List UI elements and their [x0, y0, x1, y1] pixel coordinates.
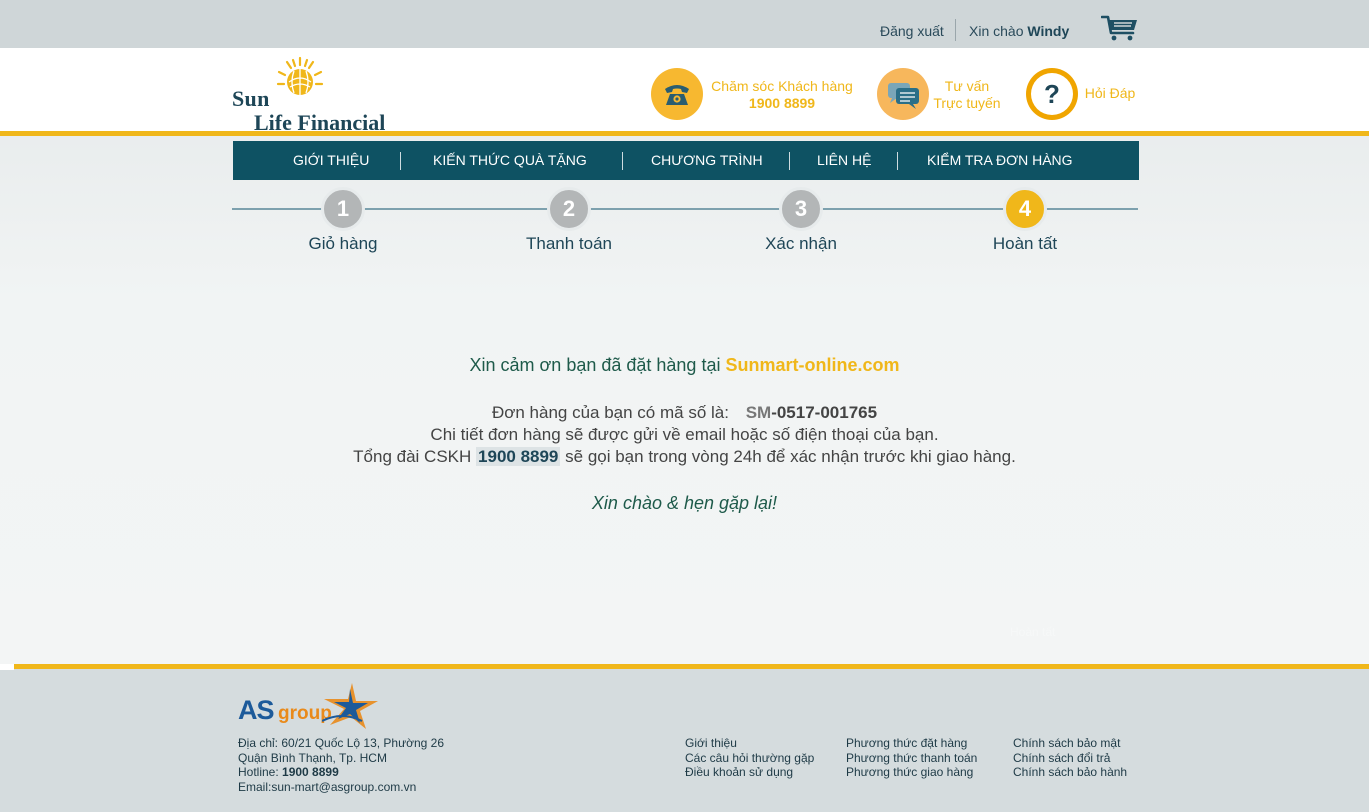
footer-edge: [0, 664, 14, 670]
cart-icon[interactable]: [1101, 15, 1139, 41]
step-label: Hoàn tất: [992, 234, 1058, 253]
sun-logo-icon: [276, 56, 324, 95]
footer-links-policies: Chính sách bảo mật Chính sách đổi trả Ch…: [1013, 736, 1127, 780]
hidden-complete-text: Hoàn tất: [1010, 625, 1056, 639]
thank-you-message: Xin cảm ơn bạn đã đặt hàng tại Sunmart-o…: [0, 355, 1369, 376]
hotline-suffix: sẽ gọi bạn trong vòng 24h để xác nhận tr…: [565, 447, 1016, 466]
hotline-prefix: Tổng đài CSKH: [353, 447, 472, 466]
top-bar: Đăng xuất Xin chào Windy: [0, 0, 1369, 48]
logo-text-life-financial: Life Financial: [254, 110, 386, 135]
footer-hotline: Hotline: 1900 8899: [238, 765, 444, 780]
star-icon: [322, 683, 378, 729]
footer-address: Địa chỉ: 60/21 Quốc Lộ 13, Phường 26 Quậ…: [238, 736, 444, 794]
step-label: Xác nhận: [765, 234, 837, 253]
footer-link-ordering[interactable]: Phương thức đặt hàng: [846, 736, 977, 751]
sun-life-logo[interactable]: Sun Life Financial: [232, 56, 402, 135]
site-header: Sun Life Financial Chăm sóc Khách hàng 1…: [0, 48, 1369, 136]
address-line1: Địa chỉ: 60/21 Quốc Lộ 13, Phường 26: [238, 736, 445, 750]
step-complete: 4 Hoàn tất: [955, 187, 1095, 267]
customer-care-link[interactable]: Chăm sóc Khách hàng 1900 8899: [651, 68, 861, 120]
order-code-number: -0517-001765: [771, 403, 878, 422]
address-line2: Quận Bình Thạnh, Tp. HCM: [238, 750, 387, 765]
chat-bubble-icon: [877, 68, 929, 120]
step-number: 3: [779, 187, 823, 231]
footer-link-faq[interactable]: Các câu hỏi thường gặp: [685, 751, 814, 766]
question-mark: ?: [1031, 73, 1073, 115]
nav-divider: [897, 152, 898, 170]
user-greeting: Xin chào Windy: [969, 23, 1069, 39]
online-consult-line1: Tư vấn: [944, 78, 990, 94]
nav-item-gift-knowledge[interactable]: KIẾN THỨC QUÀ TẶNG: [433, 141, 587, 180]
order-code-prefix: SM: [745, 403, 772, 422]
site-footer: AS group Địa chỉ: 60/21 Quốc Lộ 13, Phườ…: [0, 664, 1369, 812]
online-consult-link[interactable]: Tư vấn Trực tuyến: [877, 68, 1007, 120]
step-label: Thanh toán: [525, 234, 612, 253]
hotline-number: 1900 8899: [282, 765, 339, 779]
customer-care-text: Chăm sóc Khách hàng 1900 8899: [711, 78, 853, 112]
order-code-line: Đơn hàng của bạn có mã số là: SM-0517-00…: [0, 403, 1369, 423]
nav-divider: [789, 152, 790, 170]
step-label: Giỏ hàng: [308, 234, 378, 253]
site-name: Sunmart-online.com: [725, 355, 900, 375]
phone-icon: [651, 68, 703, 120]
nav-item-about[interactable]: GIỚI THIỆU: [293, 141, 369, 180]
online-consult-line2: Trực tuyến: [933, 95, 1001, 111]
footer-link-returns[interactable]: Chính sách đổi trả: [1013, 751, 1127, 766]
footer-link-payment[interactable]: Phương thức thanh toán: [846, 751, 977, 766]
order-code: SM-0517-001765: [746, 403, 877, 422]
faq-label: Hỏi Đáp: [1084, 85, 1136, 101]
footer-link-terms[interactable]: Điều khoản sử dụng: [685, 765, 814, 780]
divider: [955, 19, 956, 41]
online-consult-text: Tư vấn Trực tuyến: [933, 78, 1001, 112]
nav-divider: [622, 152, 623, 170]
nav-item-order-check[interactable]: KIỂM TRA ĐƠN HÀNG: [927, 141, 1073, 180]
footer-link-about[interactable]: Giới thiệu: [685, 736, 814, 751]
step-number: 4: [1003, 187, 1047, 231]
footer-email: Email:sun-mart@asgroup.com.vn: [238, 779, 417, 794]
customer-care-phone: 1900 8899: [748, 95, 816, 111]
thank-you-text: Xin cảm ơn bạn đã đặt hàng tại: [469, 355, 721, 375]
goodbye-message: Xin chào & hẹn gặp lại!: [591, 493, 778, 513]
logo-text-sun: Sun: [232, 86, 270, 111]
asgroup-logo[interactable]: AS group: [238, 677, 383, 731]
step-number: 2: [547, 187, 591, 231]
step-confirm: 3 Xác nhận: [731, 187, 871, 267]
footer-link-privacy[interactable]: Chính sách bảo mật: [1013, 736, 1127, 751]
order-code-label: Đơn hàng của bạn có mã số là:: [491, 403, 729, 422]
nav-divider: [400, 152, 401, 170]
footer-links-info: Giới thiệu Các câu hỏi thường gặp Điều k…: [685, 736, 814, 780]
hotline-note: Tổng đài CSKH 1900 8899 sẽ gọi bạn trong…: [0, 447, 1369, 467]
faq-link[interactable]: ? Hỏi Đáp: [1026, 68, 1138, 120]
hotline-number: 1900 8899: [476, 447, 561, 466]
nav-item-contact[interactable]: LIÊN HỆ: [817, 141, 871, 180]
footer-link-delivery[interactable]: Phương thức giao hàng: [846, 765, 977, 780]
step-payment: 2 Thanh toán: [499, 187, 639, 267]
logout-link[interactable]: Đăng xuất: [880, 23, 944, 39]
step-cart: 1 Giỏ hàng: [273, 187, 413, 267]
order-detail-note: Chi tiết đơn hàng sẽ được gửi về email h…: [430, 425, 939, 444]
logo-text-as: AS: [238, 695, 275, 725]
step-number: 1: [321, 187, 365, 231]
footer-links-methods: Phương thức đặt hàng Phương thức thanh t…: [846, 736, 977, 780]
username: Windy: [1027, 23, 1070, 39]
main-nav: GIỚI THIỆU KIẾN THỨC QUÀ TẶNG CHƯƠNG TRÌ…: [233, 141, 1139, 180]
question-icon: ?: [1026, 68, 1078, 120]
hotline-label: Hotline:: [238, 765, 279, 779]
customer-care-label: Chăm sóc Khách hàng: [711, 78, 853, 94]
footer-link-warranty[interactable]: Chính sách bảo hành: [1013, 765, 1127, 780]
nav-item-programs[interactable]: CHƯƠNG TRÌNH: [651, 141, 763, 180]
greeting-prefix: Xin chào: [969, 23, 1024, 39]
